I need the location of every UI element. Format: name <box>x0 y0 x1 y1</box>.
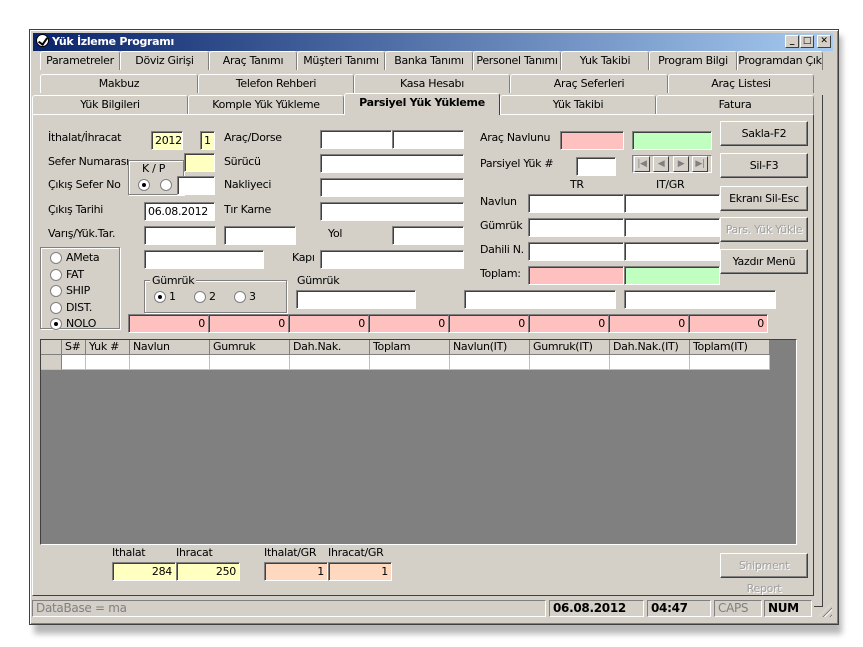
title-bar[interactable]: Yük İzleme Programı _ □ ✕ <box>33 33 833 51</box>
window-title: Yük İzleme Programı <box>52 35 174 48</box>
status-num: NUM <box>764 600 812 617</box>
tab-musteri-tanimi[interactable]: Müşteri Tanımı <box>297 51 385 70</box>
tab-parametreler[interactable]: Parametreler <box>40 51 120 70</box>
tab-yuk-takibi[interactable]: Yuk Takibi <box>561 51 649 70</box>
tab-doviz-girisi[interactable]: Döviz Girişi <box>120 51 209 70</box>
tab-program-bilgi[interactable]: Program Bilgi <box>649 51 737 70</box>
status-caps: CAPS <box>714 600 762 617</box>
status-time: 04:47 <box>647 600 711 617</box>
minimize-button[interactable]: _ <box>785 35 799 48</box>
tab-telefon-rehberi[interactable]: Telefon Rehberi <box>198 74 354 93</box>
maximize-button[interactable]: □ <box>800 35 814 48</box>
tab-banka-tanimi[interactable]: Banka Tanımı <box>385 51 473 70</box>
tab-yuk-takibi[interactable]: Yük Takibi <box>500 95 656 114</box>
tab-parsiyel-yuk-yukleme[interactable]: Parsiyel Yük Yükleme <box>344 93 500 115</box>
tab-arac-tanimi[interactable]: Araç Tanımı <box>209 51 297 70</box>
panel-edge-right <box>814 95 823 607</box>
app-icon <box>36 34 49 47</box>
close-button[interactable]: ✕ <box>817 35 831 48</box>
tab-arac-seferleri[interactable]: Araç Seferleri <box>510 74 668 93</box>
tab-komple-yuk-yukleme[interactable]: Komple Yük Yükleme <box>188 95 344 114</box>
tab-yuk-bilgileri[interactable]: Yük Bilgileri <box>32 95 188 114</box>
tab-arac-listesi[interactable]: Araç Listesi <box>668 74 814 93</box>
tab-kasa-hesabi[interactable]: Kasa Hesabı <box>354 74 510 93</box>
status-date: 06.08.2012 <box>549 600 644 617</box>
tab-fatura[interactable]: Fatura <box>656 95 814 114</box>
tab-programdan-cik[interactable]: Programdan Çık <box>737 51 823 70</box>
status-database: DataBase = ma <box>32 600 546 617</box>
tab-personel-tanimi[interactable]: Personel Tanımı <box>473 51 561 70</box>
tab-page-panel <box>32 114 814 596</box>
tab-makbuz[interactable]: Makbuz <box>40 74 198 93</box>
